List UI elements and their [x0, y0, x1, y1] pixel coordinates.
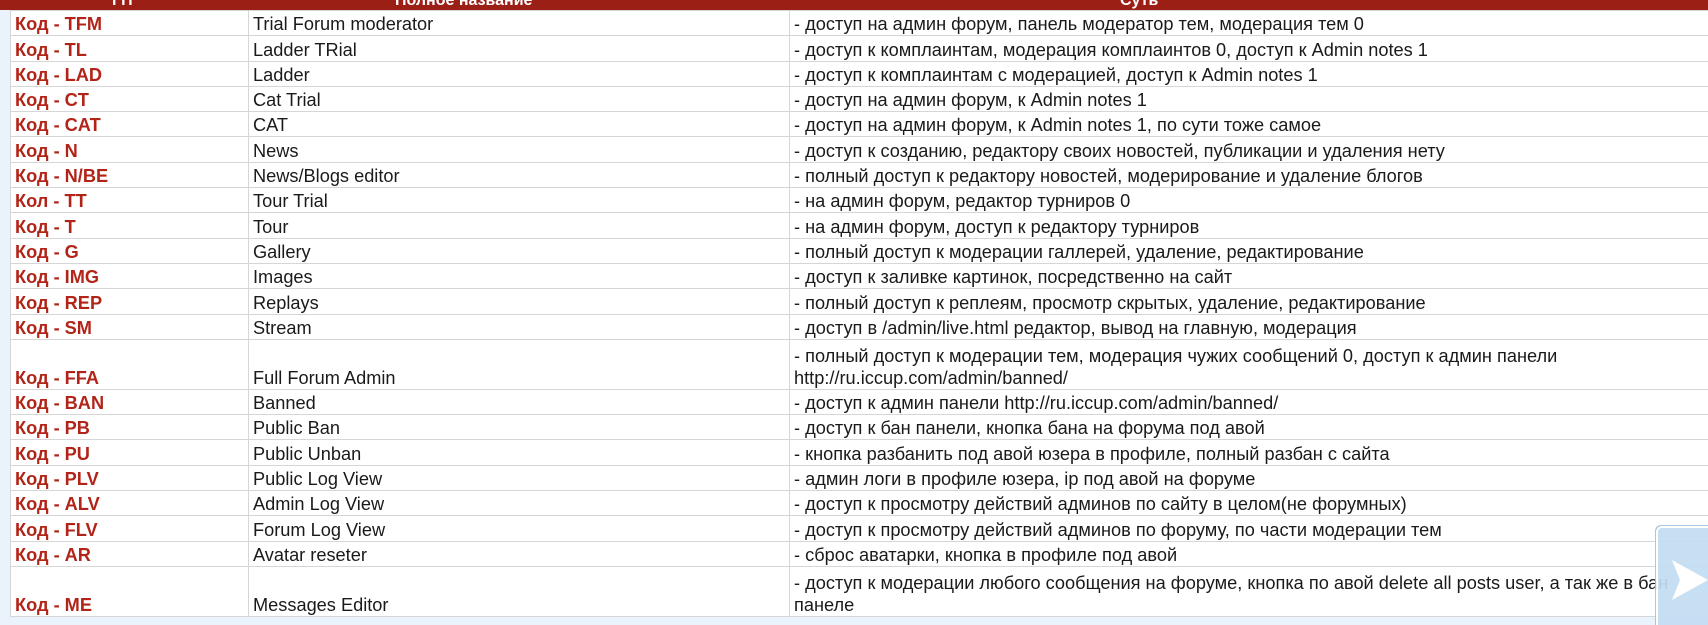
- header-full-name: Полное название: [395, 0, 533, 9]
- table-row: Код - PB Public Ban - доступ к бан панели,…: [10, 414, 1708, 441]
- full-name-cell: Gallery: [248, 237, 790, 264]
- code-cell: Код - AR: [10, 540, 249, 567]
- code-cell: Код - IMG: [10, 262, 249, 290]
- header-code: ГП: [112, 0, 133, 9]
- table-row: Кол - TT Tour Trial - на админ форум, реда…: [10, 187, 1708, 214]
- code-cell: Код - FFA: [10, 338, 249, 390]
- slide-stage: ГП Полное название Суть Код - TFM Trial F…: [0, 0, 1708, 625]
- code-cell: Код - N/BE: [10, 161, 249, 189]
- full-name-cell: Cat Trial: [248, 85, 790, 113]
- description-cell: - доступ на админ форум, панель модерато…: [789, 9, 1708, 37]
- table-row: Код - N/BE News/Blogs editor - полный дост…: [10, 161, 1708, 189]
- description-cell: - доступ к админ панели http://ru.iccup.…: [789, 388, 1708, 416]
- full-name-cell: Ladder TRial: [248, 35, 790, 62]
- table-row: Код - IMG Images - доступ к заливке картин…: [10, 262, 1708, 290]
- full-name-cell: Full Forum Admin: [248, 338, 790, 390]
- code-cell: Код - G: [10, 237, 249, 264]
- full-name-cell: Banned: [248, 388, 790, 416]
- full-name-cell: News/Blogs editor: [248, 161, 790, 189]
- full-name-cell: Public Unban: [248, 439, 790, 466]
- code-cell: Код - LAD: [10, 60, 249, 87]
- full-name-cell: Forum Log View: [248, 515, 790, 542]
- description-cell: - на админ форум, доступ к редактору тур…: [789, 212, 1708, 239]
- header-essence: Суть: [1120, 0, 1159, 9]
- code-cell: Код - PLV: [10, 464, 249, 492]
- code-cell: Код - TL: [10, 35, 249, 62]
- description-cell: - доступ на админ форум, к Admin notes 1…: [789, 111, 1708, 138]
- description-cell: - полный доступ к модерации тем, модерац…: [789, 338, 1708, 390]
- code-cell: Код - ALV: [10, 490, 249, 517]
- table-row: Код - PU Public Unban - кнопка разбанить п…: [10, 439, 1708, 466]
- code-cell: Код - REP: [10, 288, 249, 315]
- description-cell: - доступ в /admin/live.html редактор, вы…: [789, 313, 1708, 340]
- full-name-cell: CAT: [248, 111, 790, 138]
- table-header: ГП Полное название Суть: [0, 0, 1708, 10]
- full-name-cell: Public Log View: [248, 464, 790, 492]
- description-cell: - полный доступ к реплеям, просмотр скры…: [789, 288, 1708, 315]
- code-cell: Код - SM: [10, 313, 249, 340]
- code-cell: Код - T: [10, 212, 249, 239]
- table-row: Код - SM Stream - доступ в /admin/live.htm…: [10, 313, 1708, 340]
- code-cell: Код - BAN: [10, 388, 249, 416]
- permissions-table-body: Код - TFM Trial Forum moderator - доступ н…: [10, 9, 1708, 617]
- code-cell: Код - FLV: [10, 515, 249, 542]
- full-name-cell: News: [248, 136, 790, 163]
- permissions-table: Код - TFM Trial Forum moderator - доступ н…: [10, 9, 1708, 617]
- next-slide-arrow-icon: [1672, 560, 1708, 600]
- table-row: Код - ALV Admin Log View - доступ к просмо…: [10, 490, 1708, 517]
- table-row: Код - PLV Public Log View - админ логи в п…: [10, 464, 1708, 492]
- description-cell: - доступ к комплаинтам, модерация компла…: [789, 35, 1708, 62]
- table-row: Код - G Gallery - полный доступ к модераци…: [10, 237, 1708, 264]
- code-cell: Код - TFM: [10, 9, 249, 37]
- description-cell: - доступ к модерации любого сообщения на…: [789, 565, 1708, 617]
- code-cell: Код - PB: [10, 414, 249, 441]
- table-row: Код - REP Replays - полный доступ к реплея…: [10, 288, 1708, 315]
- description-cell: - доступ к комплаинтам с модерацией, дос…: [789, 60, 1708, 87]
- table-row: Код - ME Messages Editor - доступ к модера…: [10, 565, 1708, 617]
- description-cell: - доступ к бан панели, кнопка бана на фо…: [789, 414, 1708, 441]
- table-row: Код - FLV Forum Log View - доступ к просмо…: [10, 515, 1708, 542]
- next-slide-button[interactable]: [1656, 526, 1708, 625]
- code-cell: Код - N: [10, 136, 249, 163]
- description-cell: - доступ к просмотру действий админов по…: [789, 490, 1708, 517]
- table-row: Код - CAT CAT - доступ на админ форум, к A…: [10, 111, 1708, 138]
- table-row: Код - LAD Ladder - доступ к комплаинтам с …: [10, 60, 1708, 87]
- description-cell: - кнопка разбанить под авой юзера в проф…: [789, 439, 1708, 466]
- full-name-cell: Ladder: [248, 60, 790, 87]
- description-cell: - доступ к заливке картинок, посредствен…: [789, 262, 1708, 290]
- description-cell: - сброс аватарки, кнопка в профиле под а…: [789, 540, 1708, 567]
- full-name-cell: Avatar reseter: [248, 540, 790, 567]
- full-name-cell: Tour Trial: [248, 187, 790, 214]
- description-cell: - доступ к созданию, редактору своих нов…: [789, 136, 1708, 163]
- full-name-cell: Images: [248, 262, 790, 290]
- description-cell: - полный доступ к модерации галлерей, уд…: [789, 237, 1708, 264]
- description-cell: - доступ на админ форум, к Admin notes 1: [789, 85, 1708, 113]
- full-name-cell: Tour: [248, 212, 790, 239]
- table-row: Код - FFA Full Forum Admin - полный доступ…: [10, 338, 1708, 390]
- code-cell: Код - PU: [10, 439, 249, 466]
- table-row: Код - N News - доступ к созданию, редактор…: [10, 136, 1708, 163]
- full-name-cell: Trial Forum moderator: [248, 9, 790, 37]
- table-row: Код - AR Avatar reseter - сброс аватарки, …: [10, 540, 1708, 567]
- table-row: Код - T Tour - на админ форум, доступ к ре…: [10, 212, 1708, 239]
- description-cell: - доступ к просмотру действий админов по…: [789, 515, 1708, 542]
- full-name-cell: Replays: [248, 288, 790, 315]
- full-name-cell: Messages Editor: [248, 565, 790, 617]
- full-name-cell: Stream: [248, 313, 790, 340]
- description-cell: - на админ форум, редактор турниров 0: [789, 187, 1708, 214]
- table-row: Код - CT Cat Trial - доступ на админ форум…: [10, 85, 1708, 113]
- code-cell: Кол - TT: [10, 187, 249, 214]
- full-name-cell: Public Ban: [248, 414, 790, 441]
- full-name-cell: Admin Log View: [248, 490, 790, 517]
- table-row: Код - TL Ladder TRial - доступ к комплаинт…: [10, 35, 1708, 62]
- description-cell: - админ логи в профиле юзера, ip под аво…: [789, 464, 1708, 492]
- code-cell: Код - CAT: [10, 111, 249, 138]
- table-row: Код - TFM Trial Forum moderator - доступ н…: [10, 9, 1708, 37]
- code-cell: Код - ME: [10, 565, 249, 617]
- table-row: Код - BAN Banned - доступ к админ панели h…: [10, 388, 1708, 416]
- description-cell: - полный доступ к редактору новостей, мо…: [789, 161, 1708, 189]
- code-cell: Код - CT: [10, 85, 249, 113]
- left-margin: [0, 10, 10, 625]
